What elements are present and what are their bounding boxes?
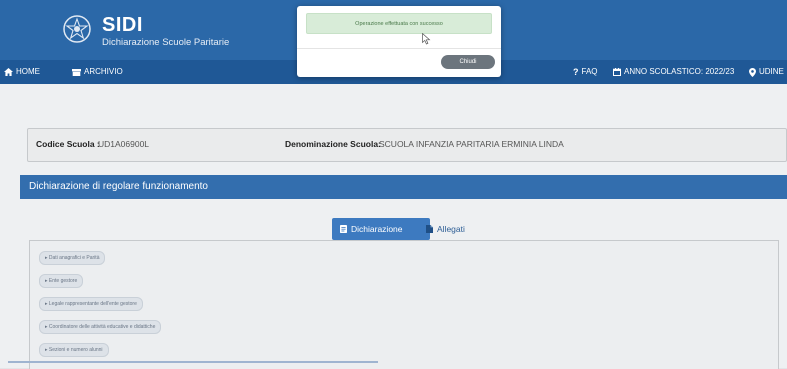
emblem-logo-icon [63, 15, 91, 43]
success-message: Operazione effettuata con successo [306, 13, 492, 34]
map-marker-icon [749, 67, 756, 77]
file-icon [426, 225, 433, 233]
accordion-dati-anagrafici[interactable]: ▸ Dati anagrafici e Parità [39, 251, 106, 265]
tab-allegati-label: Allegati [437, 224, 465, 234]
nav-faq[interactable]: ? FAQ [573, 60, 598, 84]
accordion-ente-gestore[interactable]: ▸ Ente gestore [39, 274, 84, 288]
brand-subtitle: Dichiarazione Scuole Paritarie [102, 37, 230, 48]
home-icon [4, 68, 13, 76]
close-button[interactable]: Chiudi [441, 55, 495, 69]
nav-anno-scolastico-label: ANNO SCOLASTICO: 2022/23 [624, 67, 735, 76]
archive-icon [72, 68, 81, 76]
nav-location[interactable]: UDINE [749, 60, 784, 84]
school-name-label: Denominazione Scuola: [285, 139, 381, 149]
school-code-value: UD1A06900L [98, 139, 150, 149]
nav-anno-scolastico[interactable]: ANNO SCOLASTICO: 2022/23 [613, 60, 734, 84]
school-info-box: Codice Scuola : UD1A06900L Denominazione… [27, 128, 787, 162]
tab-dichiarazione-label: Dichiarazione [351, 224, 403, 234]
tab-dichiarazione[interactable]: Dichiarazione [332, 218, 430, 240]
loading-progress-bar [8, 361, 378, 363]
accordion-sezioni-alunni[interactable]: ▸ Sezioni e numero alunni [39, 343, 109, 357]
tab-allegati[interactable]: Allegati [418, 218, 473, 240]
question-icon: ? [573, 67, 579, 77]
document-icon [340, 225, 347, 233]
calendar-icon [613, 68, 621, 76]
section-title: Dichiarazione di regolare funzionamento [20, 175, 787, 199]
brand-title: SIDI [102, 14, 143, 36]
nav-archivio-label: ARCHIVIO [84, 67, 123, 76]
nav-location-label: UDINE [759, 67, 784, 76]
declaration-panel: ▸ Dati anagrafici e Parità ▸ Ente gestor… [29, 240, 779, 369]
success-modal: Operazione effettuata con successo Chiud… [297, 6, 501, 77]
nav-home[interactable]: HOME [4, 60, 40, 84]
accordion-legale-rappresentante[interactable]: ▸ Legale rappresentante dell'ente gestor… [39, 297, 143, 311]
mouse-cursor-icon [422, 33, 431, 45]
main-content: Codice Scuola : UD1A06900L Denominazione… [0, 84, 787, 369]
nav-faq-label: FAQ [581, 67, 598, 76]
modal-divider [297, 48, 501, 49]
school-name-value: SCUOLA INFANZIA PARITARIA ERMINIA LINDA [379, 139, 564, 149]
accordion-coordinatore[interactable]: ▸ Coordinatore delle attività educative … [39, 320, 162, 334]
nav-archivio[interactable]: ARCHIVIO [72, 60, 123, 84]
school-code-label: Codice Scuola : [36, 139, 100, 149]
nav-home-label: HOME [16, 67, 40, 76]
